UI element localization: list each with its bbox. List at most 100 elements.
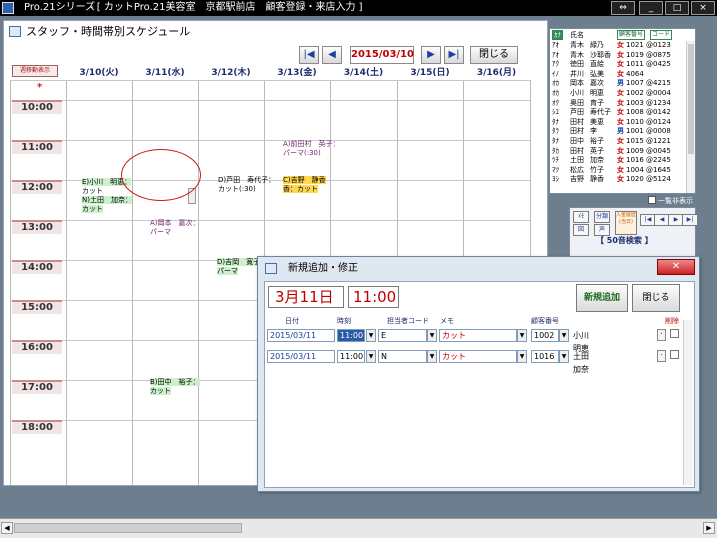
customer-sex: 女: [617, 98, 624, 107]
row-custno-dropdown[interactable]: ▼: [559, 329, 569, 342]
day-header[interactable]: 3/14(土): [330, 66, 397, 80]
customer-sex: 女: [617, 69, 624, 78]
customer-sex: 女: [617, 60, 624, 69]
row-staff-field[interactable]: N: [378, 350, 427, 363]
minimize-button[interactable]: _: [639, 1, 663, 15]
schedule-close-button[interactable]: 閉じる: [470, 46, 518, 64]
row-date-field[interactable]: 2015/03/11: [267, 350, 335, 363]
grid-row-line: [10, 140, 530, 141]
row-delete-checkbox[interactable]: [670, 350, 679, 359]
next-week-button[interactable]: ▶: [421, 46, 441, 64]
day-header[interactable]: 3/13(金): [264, 66, 330, 80]
row-custno-field[interactable]: 1016: [531, 350, 559, 363]
resize-button[interactable]: ⇔: [611, 1, 635, 15]
appointment-block[interactable]: B)田中 裕子： カット: [150, 378, 200, 396]
customer-scrollbar[interactable]: [686, 41, 695, 193]
appointment-block[interactable]: A)岡本 嘉次： パーマ: [150, 219, 200, 237]
day-header[interactable]: 3/15(日): [397, 66, 463, 80]
appointment-block[interactable]: C)吉野 静香 香：カット: [283, 176, 326, 194]
row-time-dropdown[interactable]: ▼: [366, 329, 376, 342]
appointment-text: B)田中 裕子：: [150, 378, 200, 386]
row-date-field[interactable]: 2015/03/11: [267, 329, 335, 342]
image-button[interactable]: 図: [573, 224, 589, 236]
memo-button[interactable]: ﾒﾓ: [573, 211, 589, 223]
customer-row[interactable]: ｵｸ 奥田 育子 女 1003 @1234: [550, 99, 695, 109]
customer-row[interactable]: ｱｵ 青木 緑乃 女 1021 @0123: [550, 41, 695, 51]
col-delete-header: 削除: [665, 317, 679, 325]
row-time-field[interactable]: 11:00: [337, 329, 365, 342]
customer-row[interactable]: ﾀｶ 田村 英子 女 1009 @0045: [550, 147, 695, 157]
row-staff-dropdown[interactable]: ▼: [427, 350, 437, 363]
row-staff-field[interactable]: E: [378, 329, 427, 342]
row-detail-button[interactable]: ·: [657, 329, 666, 341]
customer-row[interactable]: ｲﾉ 井川 弘美 女 4064: [550, 70, 695, 80]
customer-row[interactable]: ﾀﾅ 田村 美恵 女 1010 @0124: [550, 118, 695, 128]
dialog-scrollbar[interactable]: [683, 320, 693, 485]
customer-row[interactable]: ｵｶ 岡本 嘉次 男 1007 @4215: [550, 79, 695, 89]
close-app-button[interactable]: ×: [691, 1, 715, 15]
customer-number: 1008: [626, 108, 644, 117]
appointment-block[interactable]: D)芦田 寿代子： カット(:30): [218, 176, 275, 194]
schedule-date[interactable]: 2015/03/10: [350, 46, 414, 64]
app-name: Pro.21シリーズ: [24, 2, 96, 13]
list-hide-toggle[interactable]: 一覧非表示: [648, 196, 693, 206]
prev-week-button[interactable]: ◀: [322, 46, 342, 64]
customer-sex: 女: [617, 88, 624, 97]
customer-row[interactable]: ｱｵ 青木 沙耶香女 1019 @0875: [550, 51, 695, 61]
customer-row[interactable]: ｼﾕ 芦田 寿代子女 1008 @0142: [550, 108, 695, 118]
customer-code: @0004: [646, 88, 671, 97]
last-week-button[interactable]: ▶|: [444, 46, 464, 64]
row-detail-button[interactable]: ·: [657, 350, 666, 362]
customer-row[interactable]: ﾀﾗ 田村李 男 1001 @0008: [550, 127, 695, 137]
code-sort-button[interactable]: コード: [650, 30, 673, 40]
customer-row[interactable]: ﾖｼ 吉野 静香 女 1020 @5124: [550, 175, 695, 185]
row-delete-checkbox[interactable]: [670, 329, 679, 338]
customer-surname: 田村: [570, 127, 584, 136]
customer-row[interactable]: ｱｸ 徳田 直絵 女 1011 @0425: [550, 60, 695, 70]
list-hide-checkbox[interactable]: [648, 196, 656, 204]
customer-row[interactable]: ﾀﾅ 田中 裕子 女 1015 @1221: [550, 137, 695, 147]
category-button[interactable]: 分類: [594, 211, 610, 223]
appointment-block[interactable]: A)前田村 英子： パーマ(:30): [283, 140, 340, 158]
time-slot-label: 15:00: [12, 300, 62, 314]
row-memo-field[interactable]: カット: [439, 350, 517, 363]
row-memo-dropdown[interactable]: ▼: [517, 329, 527, 342]
first-week-button[interactable]: |◀: [299, 46, 319, 64]
customer-row[interactable]: ｵｶ 小川 明恵 女 1002 @0004: [550, 89, 695, 99]
week-move-button[interactable]: 週移動表示: [12, 65, 58, 77]
row-memo-field[interactable]: カット: [439, 329, 517, 342]
customer-given-name: 明恵: [590, 88, 604, 97]
last-customer-button[interactable]: ▶|: [682, 214, 698, 226]
customer-sex: 女: [617, 50, 624, 59]
dialog-close-x-button[interactable]: ✕: [657, 259, 695, 275]
day-header[interactable]: 3/16(月): [463, 66, 530, 80]
custno-sort-button[interactable]: 顧客番号: [617, 30, 646, 40]
payment-history-button[interactable]: 入金履歴 (当日): [615, 211, 637, 235]
horizontal-scrollbar[interactable]: ◀ ▶: [0, 518, 717, 538]
scroll-thumb[interactable]: [14, 523, 242, 533]
day-header[interactable]: 3/12(木): [198, 66, 264, 80]
scroll-right-arrow[interactable]: ▶: [703, 522, 715, 534]
add-new-button[interactable]: 新規追加: [576, 284, 628, 312]
customer-surname: 岡本: [570, 79, 584, 88]
row-custno-field[interactable]: 1002: [531, 329, 559, 342]
row-time-dropdown[interactable]: ▼: [366, 350, 376, 363]
dialog-close-button[interactable]: 閉じる: [632, 284, 680, 312]
schedule-title: スタッフ・時間帯別スケジュール: [4, 21, 547, 43]
customer-row[interactable]: ﾂﾁ 土田 加奈 女 1016 @2245: [550, 156, 695, 166]
customer-row[interactable]: ﾏﾂ 松広 竹子 女 1004 @1645: [550, 166, 695, 176]
customer-kana: ｱｸ: [552, 60, 559, 69]
row-memo-dropdown[interactable]: ▼: [517, 350, 527, 363]
customer-code: @0124: [646, 117, 671, 126]
scroll-left-arrow[interactable]: ◀: [1, 522, 13, 534]
kana-sort-button[interactable]: ｶﾅ: [552, 30, 563, 40]
customer-given-name: 加奈: [590, 156, 604, 165]
row-time-field[interactable]: 11:00: [337, 350, 365, 363]
maximize-button[interactable]: □: [665, 1, 689, 15]
day-header[interactable]: 3/11(水): [132, 66, 198, 80]
row-staff-dropdown[interactable]: ▼: [427, 329, 437, 342]
row-custno-dropdown[interactable]: ▼: [559, 350, 569, 363]
day-header[interactable]: 3/10(火): [66, 66, 132, 80]
customer-kana: ﾖｼ: [552, 175, 559, 184]
edit-dialog: 新規追加・修正 ✕ 3月11日 11:00 新規追加 閉じる 日付 時刻 担当者…: [257, 256, 700, 492]
